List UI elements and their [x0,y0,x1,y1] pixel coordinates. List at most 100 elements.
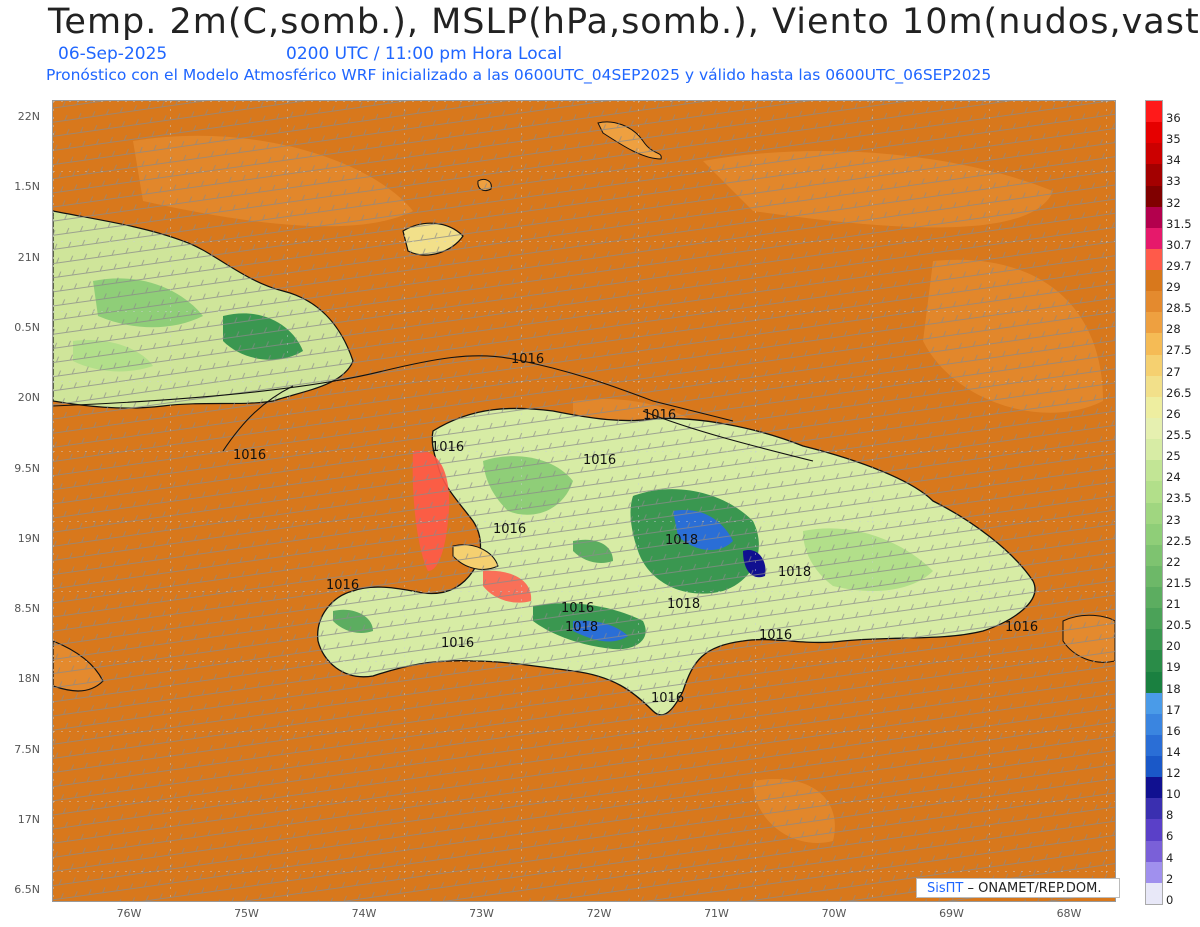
colorbar-swatch [1146,460,1162,482]
lat-lon-grid [53,101,1115,901]
colorbar-swatch [1146,248,1162,271]
isobar-label-1018: 1018 [565,620,598,635]
colorbar-label: 10 [1166,787,1181,802]
latitude-label: 18N [17,672,40,686]
colorbar-swatch [1146,587,1162,609]
credit-text: – ONAMET/REP.DOM. [967,881,1102,896]
latitude-label: 7.5N [14,742,40,756]
longitude-label: 74W [351,907,377,920]
colorbar-swatch [1146,756,1162,778]
colorbar-swatch [1146,354,1162,377]
isobar-label-1016: 1016 [441,636,474,651]
isobar-label-1018: 1018 [667,597,700,612]
colorbar-swatch [1146,650,1162,673]
colorbar-swatch [1146,671,1162,694]
colorbar-label: 33 [1166,174,1181,189]
longitude-label: 69W [939,907,964,920]
longitude-label: 68W [1056,907,1082,920]
colorbar-label: 22 [1166,554,1181,569]
colorbar-label: 34 [1166,153,1181,168]
latitude-label: 20N [17,391,40,405]
colorbar-label: 35 [1166,132,1181,147]
colorbar-label: 27.5 [1166,343,1192,358]
colorbar-label: 27 [1166,364,1181,379]
latitude-label: 8.5N [14,602,40,616]
isobar-label-1016: 1016 [561,601,594,616]
forecast-date: 06-Sep-2025 [58,44,168,64]
colorbar-swatch [1146,333,1162,356]
colorbar-swatch [1146,312,1162,334]
longitude-label: 71W [704,907,729,920]
colorbar-label: 17 [1166,702,1181,717]
colorbar-swatch [1146,523,1162,546]
colorbar-swatch [1146,819,1162,842]
colorbar-swatch [1146,798,1162,820]
colorbar-label: 22.5 [1166,533,1192,548]
colorbar-swatch [1146,565,1162,588]
colorbar-label: 0 [1166,892,1174,907]
isobar-label-1016: 1016 [511,352,544,367]
colorbar-swatch [1146,375,1162,398]
isobar-label-1016: 1016 [651,691,684,706]
colorbar-label: 29.7 [1166,258,1192,273]
colorbar-swatch [1146,291,1162,313]
map-title: Temp. 2m(C,somb.), MSLP(hPa,somb.), Vien… [48,2,1200,42]
colorbar-swatch [1146,439,1162,461]
colorbar-swatch [1146,417,1162,440]
colorbar-label: 2 [1166,871,1174,886]
colorbar-swatch [1146,734,1162,757]
colorbar-label: 4 [1166,850,1174,865]
isobar-label-1018: 1018 [778,565,811,580]
colorbar-label: 8 [1166,808,1174,823]
colorbar-label: 25 [1166,449,1181,464]
colorbar-label: 16 [1166,723,1181,738]
colorbar-swatch [1146,185,1162,208]
colorbar-swatch [1146,692,1162,715]
latitude-label: 22N [17,110,40,123]
latitude-label: 0.5N [14,320,40,334]
colorbar-label: 36 [1166,111,1181,125]
latitude-label: 19N [17,531,40,545]
isobar-label-1016: 1016 [583,453,616,468]
colorbar-swatch [1146,608,1162,630]
colorbar-swatch [1146,882,1162,905]
sispi-logo: SisПТ [927,881,964,896]
colorbar-swatch [1146,544,1162,567]
colorbar-label: 6 [1166,829,1174,844]
isobar-label-1016: 1016 [643,408,676,423]
forecast-map[interactable]: 1016 1016 1016 1016 1016 1016 1016 1016 … [52,100,1116,902]
map-canvas: 1016 1016 1016 1016 1016 1016 1016 1016 … [53,101,1115,901]
colorbar-label: 12 [1166,766,1181,781]
isobar-label-1016: 1016 [326,578,359,593]
colorbar-label: 19 [1166,660,1181,675]
colorbar-swatch [1146,396,1162,419]
colorbar-swatch [1146,122,1162,144]
colorbar-label: 28 [1166,322,1181,337]
colorbar-swatch [1146,629,1162,651]
colorbar-swatch [1146,481,1162,503]
latitude-label: 9.5N [14,461,40,475]
temperature-colorbar [1145,100,1163,905]
colorbar-swatch [1146,164,1162,187]
colorbar-swatch [1146,101,1162,123]
colorbar-label: 31.5 [1166,216,1192,231]
colorbar-label: 28.5 [1166,301,1192,316]
latitude-label: 21N [17,250,40,264]
colorbar-swatch [1146,713,1162,736]
isobar-label-1016: 1016 [493,522,526,537]
forecast-time: 0200 UTC / 11:00 pm Hora Local [286,44,563,64]
isobar-label-1016: 1016 [1005,620,1038,635]
colorbar-label: 23 [1166,512,1181,527]
colorbar-swatch [1146,227,1162,250]
colorbar-swatch [1146,206,1162,229]
latitude-label: 1.5N [14,180,40,194]
colorbar-label: 14 [1166,744,1181,759]
latitude-label: 6.5N [14,883,40,897]
longitude-label: 75W [234,907,259,920]
colorbar-label: 18 [1166,681,1181,696]
colorbar-label: 25.5 [1166,427,1192,442]
isobar-label-1018: 1018 [665,533,698,548]
colorbar-label: 26.5 [1166,385,1192,400]
isobar-label-1016: 1016 [233,448,266,463]
colorbar-label: 20.5 [1166,618,1192,633]
